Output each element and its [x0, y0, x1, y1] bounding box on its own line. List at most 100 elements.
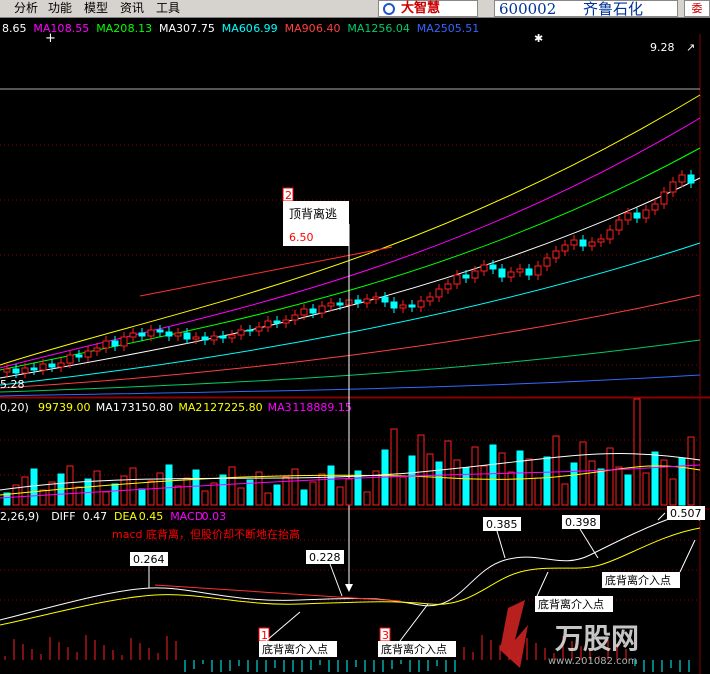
callout-0398: 0.398 [565, 516, 597, 529]
candle-body [201, 336, 209, 341]
volume-bar [39, 489, 47, 506]
volume-bar [372, 470, 380, 506]
candle-body [579, 239, 587, 247]
macd-legend-item: 0.45 [139, 510, 164, 523]
volume-bar [165, 464, 173, 506]
volume-bar [507, 471, 515, 506]
volume-bar [543, 456, 551, 506]
price-legend-item: 8.55 [65, 22, 90, 35]
volume-bar [228, 466, 236, 506]
candle-body [129, 332, 137, 338]
price-legend-item: MA60 [222, 22, 253, 35]
candle-body [552, 250, 560, 259]
volume-bar [147, 480, 155, 506]
candle-body [246, 329, 254, 332]
menu-analysis[interactable]: 分析 [14, 1, 38, 16]
candle-body [516, 268, 524, 273]
candle-body [282, 319, 290, 324]
app-logo: 大智慧 [378, 0, 478, 17]
volume-bar [273, 484, 281, 506]
candle-body [3, 368, 11, 373]
candle-body [678, 174, 686, 183]
volume-bar [534, 477, 542, 506]
candle-body [363, 298, 371, 304]
volume-bar [426, 453, 434, 506]
candle-body [507, 271, 515, 278]
entry-1-pointer [265, 611, 301, 642]
menu-bar: 分析 功能 模型 资讯 工具 大智慧 600002 齐鲁石化 委 [0, 0, 710, 18]
candle-body [435, 288, 443, 298]
order-button[interactable]: 委 [684, 0, 710, 17]
chart-canvas: 8.65 MA10 8.55 MA20 8.13 MA30 7.75 MA60 6.99 MA90… [0, 22, 710, 674]
volume-bar [435, 461, 443, 506]
volume-bar [669, 478, 677, 506]
candle-body [219, 335, 227, 339]
candle-body [102, 340, 110, 349]
candle-body [525, 268, 533, 276]
macd-legend-item: MACD [170, 510, 203, 523]
price-legend-item: MA20 [96, 22, 127, 35]
volume-legend: 0,20) 99739.00 MA1 73150.80 MA2 127225.80 MA3 1… [0, 401, 352, 414]
candle-body [300, 308, 308, 316]
top-divergence-price: 6.50 [289, 231, 314, 244]
candle-body [183, 332, 191, 340]
high-arrow-icon: ↗ [686, 41, 695, 54]
volume-bar [345, 478, 353, 506]
candle-body [498, 268, 506, 278]
entry-3-pointer [399, 603, 429, 642]
entry-point-3: 底背离介入点 [381, 642, 447, 656]
candle-body [30, 367, 38, 371]
menu-model[interactable]: 模型 [84, 1, 108, 16]
volume-legend-item: 127225.80 [203, 401, 263, 414]
candle-body [687, 174, 695, 184]
volume-bar [111, 483, 119, 506]
volume-bar [678, 457, 686, 506]
price-legend-item: 8.13 [128, 22, 153, 35]
volume-legend-item: 73150.80 [121, 401, 174, 414]
volume-bar [417, 434, 425, 506]
price-legend-item: 6.40 [316, 22, 341, 35]
low-price-label: 5.28 [0, 378, 25, 391]
volume-bar [642, 472, 650, 506]
price-legend-item: MA90 [285, 22, 316, 35]
volume-bar [597, 468, 605, 506]
volume-bar [30, 468, 38, 506]
entry-point-2: 底背离介入点 [538, 597, 604, 611]
price-legend-item: 5.51 [455, 22, 480, 35]
candle-body [426, 296, 434, 302]
volume-bar [480, 465, 488, 506]
candle-body [165, 331, 173, 337]
candle-body [372, 296, 380, 300]
volume-bar [309, 481, 317, 506]
stock-code: 600002 [499, 0, 557, 18]
volume-bar [552, 435, 560, 506]
candle-body [156, 329, 164, 333]
volume-bar [219, 474, 227, 506]
menu-function[interactable]: 功能 [48, 1, 72, 16]
volume-legend-item: MA3 [268, 401, 292, 414]
divergence-arrow-icon [345, 584, 353, 592]
volume-bar [525, 458, 533, 506]
volume-legend-item: 99739.00 [38, 401, 91, 414]
volume-bar [588, 460, 596, 506]
volume-bar [21, 476, 29, 506]
price-legend-item: MA30 [159, 22, 190, 35]
volume-bar [156, 472, 164, 506]
callout-0264: 0.264 [133, 553, 165, 566]
menu-tools[interactable]: 工具 [156, 1, 180, 16]
candle-body [138, 332, 146, 337]
candle-body [84, 350, 92, 358]
volume-bar [606, 447, 614, 506]
top-divergence-label: 顶背离逃 [289, 206, 337, 221]
entry-point-4: 底背离介入点 [605, 573, 671, 587]
price-legend-item: 8.65 [2, 22, 27, 35]
volume-bar [570, 462, 578, 506]
candle-body [570, 239, 578, 246]
macd-legend-item: 2,26,9) [0, 510, 39, 523]
ma-curve [0, 374, 701, 397]
logo-text: 大智慧 [401, 1, 441, 16]
callout-0228-pointer [329, 563, 343, 597]
candle-body [480, 264, 488, 272]
menu-news[interactable]: 资讯 [120, 1, 144, 16]
candle-body [192, 336, 200, 340]
